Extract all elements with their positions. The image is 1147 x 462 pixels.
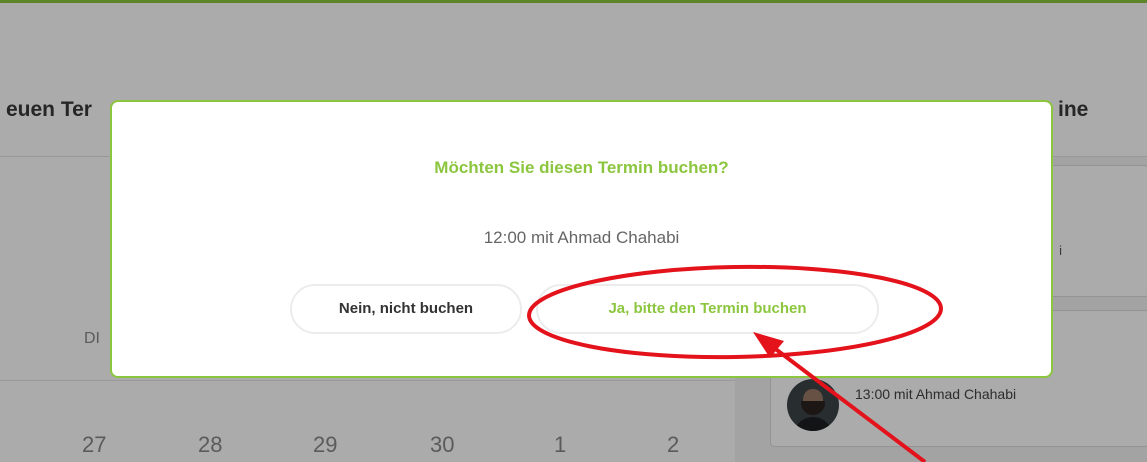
confirm-booking-dialog: Möchten Sie diesen Termin buchen? 12:00 … <box>110 100 1053 378</box>
cancel-booking-button[interactable]: Nein, nicht buchen <box>290 284 522 334</box>
dialog-title: Möchten Sie diesen Termin buchen? <box>434 158 729 177</box>
confirm-booking-button[interactable]: Ja, bitte den Termin buchen <box>536 284 879 334</box>
dialog-appointment-info: 12:00 mit Ahmad Chahabi <box>483 228 680 247</box>
